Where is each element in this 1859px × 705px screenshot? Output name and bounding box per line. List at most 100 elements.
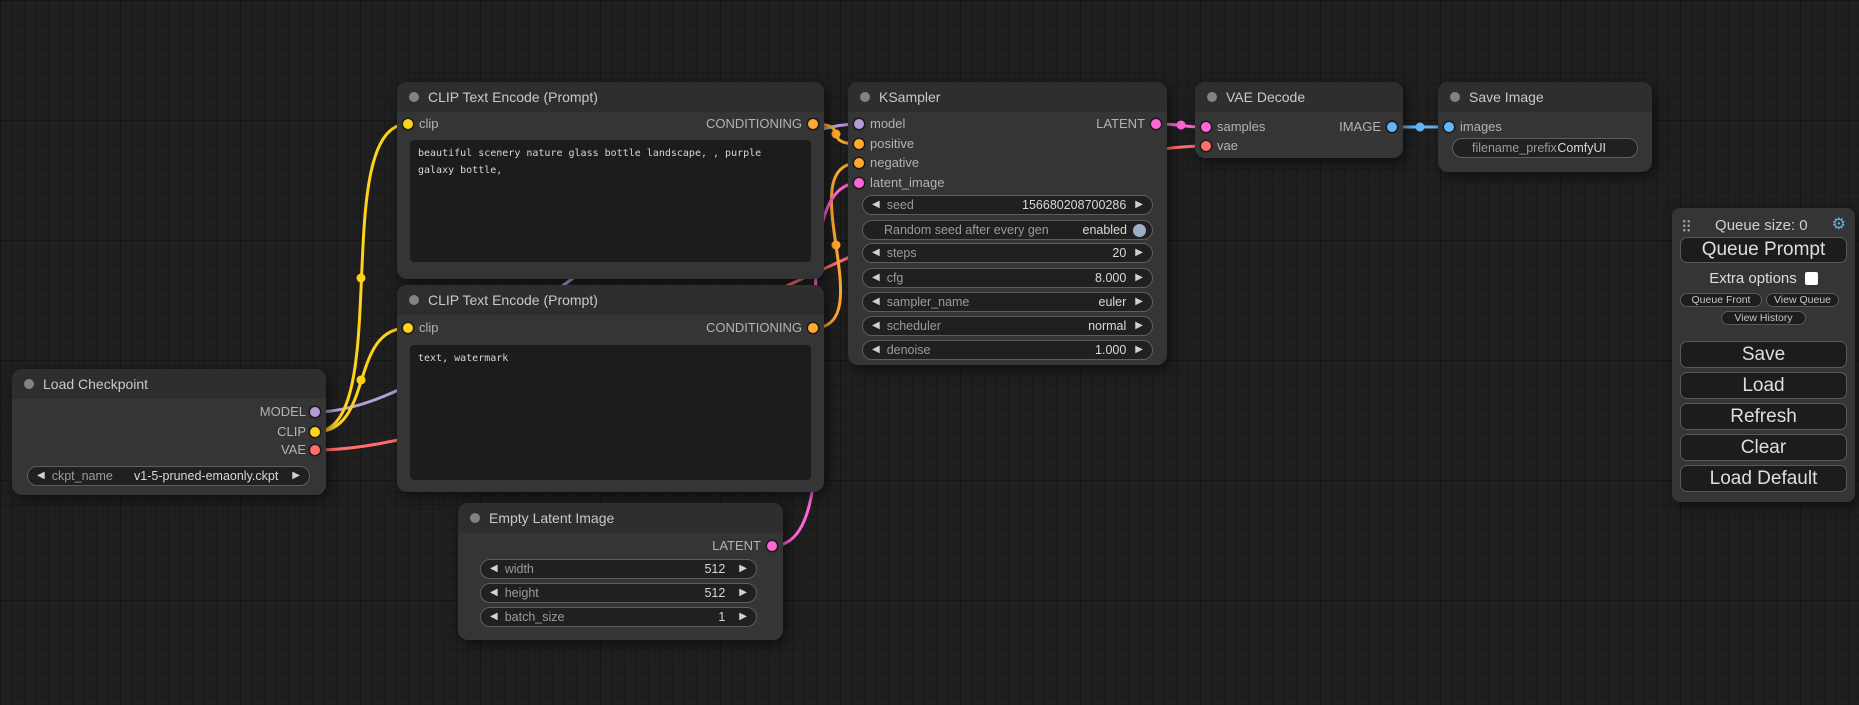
widget-value: euler (1099, 295, 1127, 309)
decrement-arrow-icon[interactable]: ◀ (872, 297, 880, 307)
toggle-icon[interactable] (1133, 224, 1146, 237)
node-clip-text-encode-positive[interactable]: CLIP Text Encode (Prompt) clip CONDITION… (397, 82, 824, 279)
widget-label: filename_prefix (1472, 141, 1557, 155)
load-default-button[interactable]: Load Default (1680, 465, 1847, 492)
widget-batch-size[interactable]: ◀ batch_size 1 ▶ (480, 607, 757, 627)
save-button[interactable]: Save (1680, 341, 1847, 368)
port-conditioning-output[interactable] (808, 119, 818, 129)
port-latent-image-input[interactable] (854, 178, 864, 188)
widget-value: normal (1088, 319, 1126, 333)
increment-arrow-icon[interactable]: ▶ (1135, 273, 1143, 283)
widget-label: scheduler (887, 319, 941, 333)
port-vae-output[interactable] (310, 445, 320, 455)
widget-seed[interactable]: ◀ seed 156680208700286 ▶ (862, 195, 1153, 215)
prompt-textarea[interactable]: beautiful scenery nature glass bottle la… (410, 140, 811, 262)
settings-gear-icon[interactable]: ⚙ (1832, 217, 1846, 233)
increment-arrow-icon[interactable]: ▶ (739, 612, 747, 622)
widget-sampler-name[interactable]: ◀ sampler_name euler ▶ (862, 292, 1153, 312)
node-load-checkpoint[interactable]: Load Checkpoint MODEL CLIP VAE ◀ ckpt_na… (12, 369, 326, 495)
queue-prompt-button[interactable]: Queue Prompt (1680, 237, 1847, 263)
node-title-bar[interactable]: Empty Latent Image (458, 503, 783, 533)
node-ksampler[interactable]: KSampler model positive negative latent_… (848, 82, 1167, 365)
port-samples-input[interactable] (1201, 122, 1211, 132)
decrement-arrow-icon[interactable]: ◀ (490, 612, 498, 622)
port-vae-input[interactable] (1201, 141, 1211, 151)
widget-value: 1 (718, 610, 725, 624)
decrement-arrow-icon[interactable]: ◀ (872, 345, 880, 355)
increment-arrow-icon[interactable]: ▶ (292, 471, 300, 481)
widget-value: 20 (1112, 246, 1126, 260)
extra-options-checkbox[interactable] (1805, 272, 1818, 285)
output-label-clip: CLIP (277, 422, 306, 442)
input-label-positive: positive (870, 134, 914, 154)
node-dot-icon (860, 92, 870, 102)
increment-arrow-icon[interactable]: ▶ (739, 564, 747, 574)
widget-steps[interactable]: ◀ steps 20 ▶ (862, 243, 1153, 263)
decrement-arrow-icon[interactable]: ◀ (872, 321, 880, 331)
load-button[interactable]: Load (1680, 372, 1847, 399)
view-history-button[interactable]: View History (1721, 311, 1806, 325)
queue-front-button[interactable]: Queue Front (1680, 293, 1762, 307)
node-clip-text-encode-negative[interactable]: CLIP Text Encode (Prompt) clip CONDITION… (397, 285, 824, 492)
widget-filename-prefix[interactable]: filename_prefix ComfyUI (1452, 138, 1638, 158)
decrement-arrow-icon[interactable]: ◀ (37, 471, 45, 481)
port-model-input[interactable] (854, 119, 864, 129)
node-title-bar[interactable]: CLIP Text Encode (Prompt) (397, 285, 824, 315)
queue-panel: Queue size: 0 ⚙ Queue Prompt Extra optio… (1672, 208, 1855, 502)
increment-arrow-icon[interactable]: ▶ (1135, 248, 1143, 258)
node-empty-latent-image[interactable]: Empty Latent Image LATENT ◀ width 512 ▶ … (458, 503, 783, 640)
increment-arrow-icon[interactable]: ▶ (1135, 345, 1143, 355)
port-positive-input[interactable] (854, 139, 864, 149)
widget-height[interactable]: ◀ height 512 ▶ (480, 583, 757, 603)
node-title: CLIP Text Encode (Prompt) (428, 89, 598, 105)
node-vae-decode[interactable]: VAE Decode samples vae IMAGE (1195, 82, 1403, 158)
port-images-input[interactable] (1444, 122, 1454, 132)
widget-random-seed-toggle[interactable]: Random seed after every gen enabled (862, 220, 1153, 240)
increment-arrow-icon[interactable]: ▶ (1135, 297, 1143, 307)
port-latent-output[interactable] (767, 541, 777, 551)
negative-prompt-textarea[interactable]: text, watermark (410, 345, 811, 480)
decrement-arrow-icon[interactable]: ◀ (872, 248, 880, 258)
widget-width[interactable]: ◀ width 512 ▶ (480, 559, 757, 579)
graph-canvas[interactable]: Load Checkpoint MODEL CLIP VAE ◀ ckpt_na… (0, 0, 1859, 705)
port-image-output[interactable] (1387, 122, 1397, 132)
port-clip-output[interactable] (310, 427, 320, 437)
widget-ckpt-name[interactable]: ◀ ckpt_name v1-5-pruned-emaonly.ckpt ▶ (27, 466, 310, 486)
drag-handle-icon[interactable] (1682, 219, 1691, 232)
widget-cfg[interactable]: ◀ cfg 8.000 ▶ (862, 268, 1153, 288)
node-title-bar[interactable]: Load Checkpoint (12, 369, 326, 399)
decrement-arrow-icon[interactable]: ◀ (872, 200, 880, 210)
widget-value: v1-5-pruned-emaonly.ckpt (134, 469, 278, 483)
node-title: KSampler (879, 89, 940, 105)
widget-label: width (505, 562, 534, 576)
increment-arrow-icon[interactable]: ▶ (1135, 200, 1143, 210)
node-title-bar[interactable]: VAE Decode (1195, 82, 1403, 112)
node-title: Save Image (1469, 89, 1544, 105)
widget-scheduler[interactable]: ◀ scheduler normal ▶ (862, 316, 1153, 336)
port-model-output[interactable] (310, 407, 320, 417)
wire-midpoint-dot (357, 376, 366, 385)
node-title-bar[interactable]: Save Image (1438, 82, 1652, 112)
input-label-clip: clip (419, 318, 439, 338)
decrement-arrow-icon[interactable]: ◀ (872, 273, 880, 283)
increment-arrow-icon[interactable]: ▶ (739, 588, 747, 598)
clear-button[interactable]: Clear (1680, 434, 1847, 461)
node-dot-icon (1450, 92, 1460, 102)
port-clip-input[interactable] (403, 119, 413, 129)
port-negative-input[interactable] (854, 158, 864, 168)
node-title-bar[interactable]: CLIP Text Encode (Prompt) (397, 82, 824, 112)
view-queue-button[interactable]: View Queue (1766, 293, 1839, 307)
widget-denoise[interactable]: ◀ denoise 1.000 ▶ (862, 340, 1153, 360)
decrement-arrow-icon[interactable]: ◀ (490, 564, 498, 574)
node-title: Empty Latent Image (489, 510, 614, 526)
decrement-arrow-icon[interactable]: ◀ (490, 588, 498, 598)
port-latent-output[interactable] (1151, 119, 1161, 129)
increment-arrow-icon[interactable]: ▶ (1135, 321, 1143, 331)
port-conditioning-output[interactable] (808, 323, 818, 333)
node-save-image[interactable]: Save Image images filename_prefix ComfyU… (1438, 82, 1652, 172)
node-title-bar[interactable]: KSampler (848, 82, 1167, 112)
refresh-button[interactable]: Refresh (1680, 403, 1847, 430)
input-label-latent-image: latent_image (870, 173, 944, 193)
output-label-conditioning: CONDITIONING (706, 318, 802, 338)
port-clip-input[interactable] (403, 323, 413, 333)
